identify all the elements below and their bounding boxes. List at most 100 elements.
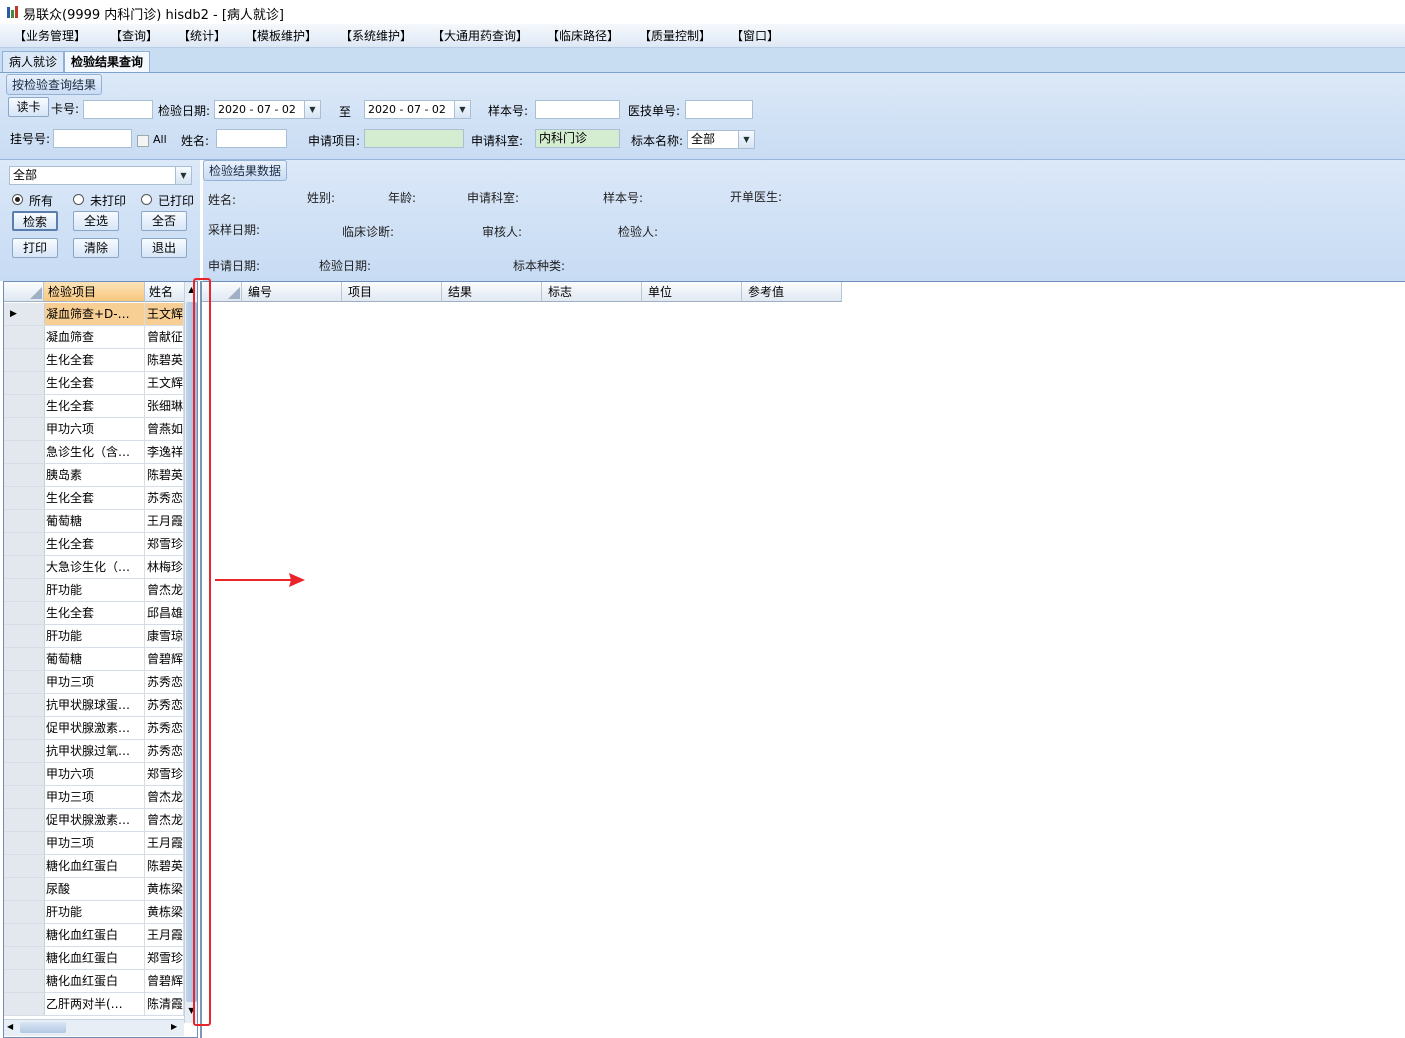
cell-lab-item[interactable]: 肝功能: [44, 579, 145, 601]
cell-lab-item[interactable]: 胰岛素: [44, 464, 145, 486]
row-selector[interactable]: [4, 763, 45, 785]
row-selector[interactable]: [4, 740, 45, 762]
table-row[interactable]: 肝功能 黄栋梁: [4, 901, 184, 924]
table-row[interactable]: 葡萄糖 王月霞: [4, 510, 184, 533]
clear-button[interactable]: 清除: [73, 238, 119, 258]
cell-patient-name[interactable]: 陈碧英: [145, 464, 184, 486]
cell-patient-name[interactable]: 曾碧辉: [145, 648, 184, 670]
table-row[interactable]: 甲功六项 曾燕如: [4, 418, 184, 441]
cell-patient-name[interactable]: 苏秀恋: [145, 487, 184, 509]
cell-patient-name[interactable]: 曾杰龙: [145, 786, 184, 808]
row-selector[interactable]: [4, 510, 45, 532]
row-selector[interactable]: [4, 395, 45, 417]
row-selector[interactable]: [4, 418, 45, 440]
row-selector[interactable]: [4, 878, 45, 900]
scroll-right-icon[interactable]: ▶: [171, 1022, 177, 1031]
menu-drug-query[interactable]: 【大通用药查询】: [432, 27, 528, 44]
cell-patient-name[interactable]: 曾杰龙: [145, 579, 184, 601]
cell-lab-item[interactable]: 凝血筛查: [44, 326, 145, 348]
cell-lab-item[interactable]: 乙肝两对半(…: [44, 993, 145, 1015]
row-selector[interactable]: [4, 924, 45, 946]
row-selector[interactable]: [4, 648, 45, 670]
table-row[interactable]: 生化全套 邱昌雄: [4, 602, 184, 625]
deselect-all-button[interactable]: 全否: [141, 211, 187, 231]
cell-lab-item[interactable]: 葡萄糖: [44, 648, 145, 670]
cell-patient-name[interactable]: 张细琳: [145, 395, 184, 417]
row-selector[interactable]: [4, 602, 45, 624]
row-selector[interactable]: [4, 671, 45, 693]
cell-lab-item[interactable]: 尿酸: [44, 878, 145, 900]
cell-patient-name[interactable]: 康雪琼: [145, 625, 184, 647]
cell-lab-item[interactable]: 抗甲状腺过氧…: [44, 740, 145, 762]
name-input[interactable]: [216, 129, 287, 148]
column-header-name[interactable]: 姓名: [145, 282, 185, 302]
search-button[interactable]: 检索: [12, 211, 58, 231]
cell-lab-item[interactable]: 甲功六项: [44, 763, 145, 785]
tab-lab-result-query[interactable]: 检验结果查询: [64, 51, 151, 72]
row-selector[interactable]: [4, 855, 45, 877]
table-row[interactable]: 促甲状腺激素… 曾杰龙: [4, 809, 184, 832]
menu-clinical-path[interactable]: 【临床路径】: [547, 27, 619, 44]
cell-patient-name[interactable]: 王文辉: [145, 303, 184, 325]
table-row[interactable]: 抗甲状腺过氧… 苏秀恋: [4, 740, 184, 763]
row-selector[interactable]: [4, 901, 45, 923]
date-to-picker[interactable]: 2020 - 07 - 02 ▼: [364, 100, 471, 119]
column-header-lab-item[interactable]: 检验项目: [44, 282, 145, 302]
table-row[interactable]: 甲功六项 郑雪珍: [4, 763, 184, 786]
menu-template[interactable]: 【模板维护】: [245, 27, 317, 44]
cell-patient-name[interactable]: 郑雪珍: [145, 763, 184, 785]
cell-lab-item[interactable]: 生化全套: [44, 487, 145, 509]
table-row[interactable]: 大急诊生化（… 林梅珍: [4, 556, 184, 579]
cell-lab-item[interactable]: 大急诊生化（…: [44, 556, 145, 578]
cell-patient-name[interactable]: 曾杰龙: [145, 809, 184, 831]
cell-patient-name[interactable]: 苏秀恋: [145, 740, 184, 762]
date-from-picker[interactable]: 2020 - 07 - 02 ▼: [214, 100, 321, 119]
cell-patient-name[interactable]: 黄栋梁: [145, 901, 184, 923]
specimen-select[interactable]: 全部 ▼: [687, 130, 755, 149]
cell-lab-item[interactable]: 糖化血红蛋白: [44, 970, 145, 992]
row-selector[interactable]: [4, 372, 45, 394]
row-selector[interactable]: [4, 947, 45, 969]
menu-business[interactable]: 【业务管理】: [14, 27, 86, 44]
chevron-down-icon[interactable]: ▼: [454, 101, 470, 118]
horizontal-scrollbar[interactable]: ◀ ▶: [4, 1019, 184, 1036]
table-row[interactable]: 甲功三项 王月霞: [4, 832, 184, 855]
cell-lab-item[interactable]: 凝血筛查+D-…: [44, 303, 145, 325]
cell-lab-item[interactable]: 肝功能: [44, 625, 145, 647]
cell-patient-name[interactable]: 曾碧辉: [145, 970, 184, 992]
exit-button[interactable]: 退出: [141, 238, 187, 258]
radio-printed[interactable]: [141, 194, 152, 205]
cell-lab-item[interactable]: 生化全套: [44, 602, 145, 624]
table-row[interactable]: 糖化血红蛋白 王月霞: [4, 924, 184, 947]
chevron-down-icon[interactable]: ▼: [175, 167, 191, 184]
column-header-reference[interactable]: 参考值: [742, 282, 842, 302]
cell-lab-item[interactable]: 促甲状腺激素…: [44, 809, 145, 831]
tech-no-input[interactable]: [685, 100, 753, 119]
read-card-button[interactable]: 读卡: [8, 97, 49, 117]
table-row[interactable]: 糖化血红蛋白 陈碧英: [4, 855, 184, 878]
chevron-down-icon[interactable]: ▼: [738, 131, 754, 148]
row-selector[interactable]: [4, 441, 45, 463]
row-selector[interactable]: [4, 464, 45, 486]
cell-lab-item[interactable]: 生化全套: [44, 533, 145, 555]
radio-all[interactable]: [12, 194, 23, 205]
cell-patient-name[interactable]: 林梅珍: [145, 556, 184, 578]
cell-patient-name[interactable]: 陈碧英: [145, 349, 184, 371]
chevron-down-icon[interactable]: ▼: [304, 101, 320, 118]
req-dept-input[interactable]: 内科门诊: [535, 129, 620, 148]
cell-patient-name[interactable]: 王月霞: [145, 924, 184, 946]
row-selector[interactable]: [4, 487, 45, 509]
column-header-flag[interactable]: 标志: [542, 282, 642, 302]
cell-patient-name[interactable]: 王月霞: [145, 832, 184, 854]
cell-lab-item[interactable]: 甲功三项: [44, 671, 145, 693]
tab-patient-visit[interactable]: 病人就诊: [2, 51, 65, 72]
row-selector[interactable]: [4, 579, 45, 601]
table-row[interactable]: ▶ 凝血筛查+D-… 王文辉: [4, 303, 184, 326]
table-row[interactable]: 抗甲状腺球蛋… 苏秀恋: [4, 694, 184, 717]
row-selector[interactable]: [4, 326, 45, 348]
h-scrollbar-thumb[interactable]: [20, 1022, 66, 1033]
cell-lab-item[interactable]: 糖化血红蛋白: [44, 947, 145, 969]
cell-lab-item[interactable]: 糖化血红蛋白: [44, 855, 145, 877]
cell-lab-item[interactable]: 肝功能: [44, 901, 145, 923]
row-selector[interactable]: [4, 970, 45, 992]
